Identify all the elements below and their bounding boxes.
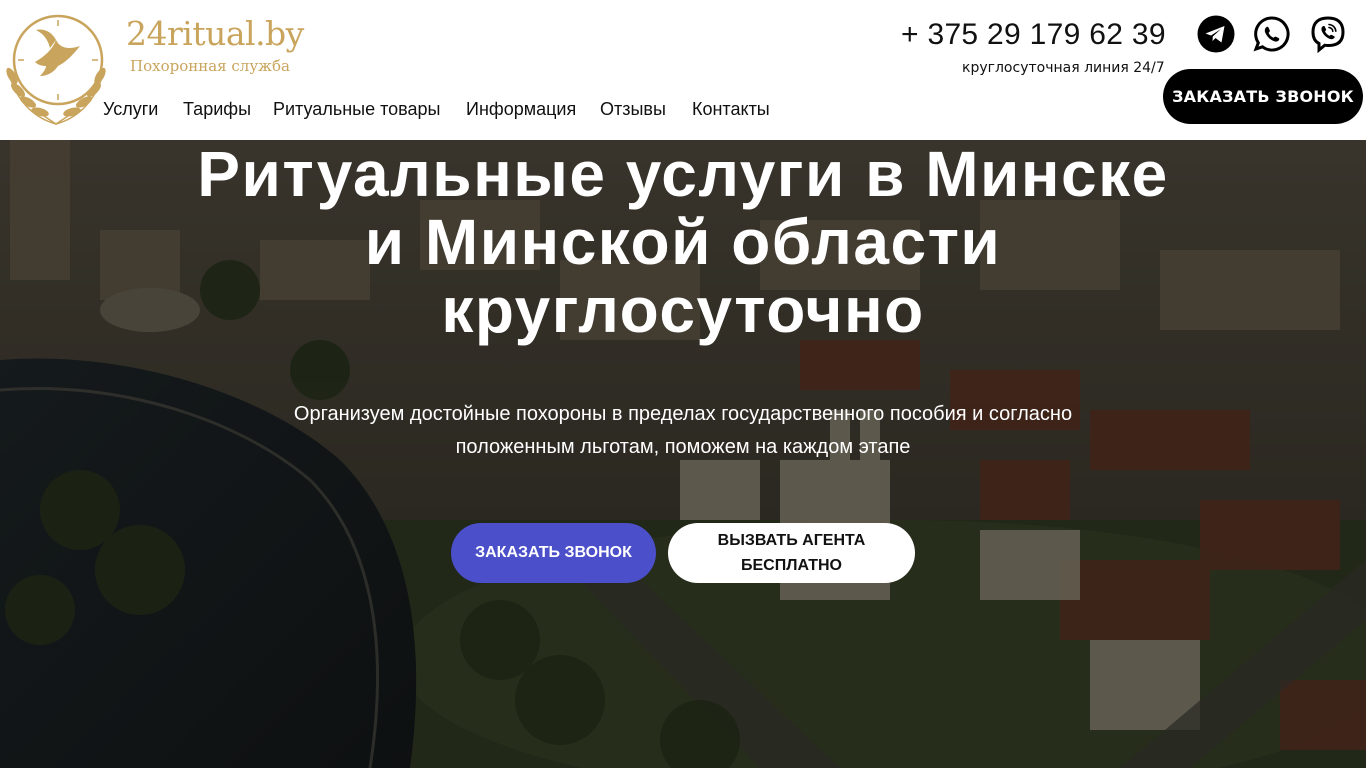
hero-title-line: и Минской области xyxy=(364,206,1002,278)
dove-laurel-logo-icon[interactable] xyxy=(0,10,108,128)
hero-title-line: круглосуточно xyxy=(441,274,925,346)
call-agent-free-button[interactable]: ВЫЗВАТЬ АГЕНТА БЕСПЛАТНО xyxy=(668,523,915,583)
phone-number-link[interactable]: + 375 29 179 62 39 xyxy=(901,18,1166,52)
hero-section: Ритуальные услуги в Минске и Минской обл… xyxy=(0,140,1366,768)
nav-item-contacts[interactable]: Контакты xyxy=(692,99,770,120)
telegram-icon[interactable] xyxy=(1197,15,1235,53)
brand-name[interactable]: 24ritual.by xyxy=(126,14,304,53)
hero-lead-text: Организуем достойные похороны в пределах… xyxy=(293,403,1073,458)
header-order-call-button[interactable]: ЗАКАЗАТЬ ЗВОНОК xyxy=(1163,69,1363,124)
nav-item-information[interactable]: Информация xyxy=(466,99,576,120)
nav-item-services[interactable]: Услуги xyxy=(103,99,158,120)
brand-subtitle: Похоронная служба xyxy=(130,57,290,75)
nav-item-ritual-goods[interactable]: Ритуальные товары xyxy=(273,99,440,120)
hero-order-call-button[interactable]: ЗАКАЗАТЬ ЗВОНОК xyxy=(451,523,656,583)
phone-hours-note: круглосуточная линия 24/7 xyxy=(962,60,1165,76)
nav-item-reviews[interactable]: Отзывы xyxy=(600,99,666,120)
hero-title-line: Ритуальные услуги в Минске xyxy=(197,140,1169,210)
nav-item-tariffs[interactable]: Тарифы xyxy=(183,99,251,120)
whatsapp-icon[interactable] xyxy=(1253,15,1291,53)
site-header: 24ritual.by Похоронная служба Услуги Тар… xyxy=(0,0,1366,140)
viber-icon[interactable] xyxy=(1309,15,1347,53)
hero-title: Ритуальные услуги в Минске и Минской обл… xyxy=(0,140,1366,344)
